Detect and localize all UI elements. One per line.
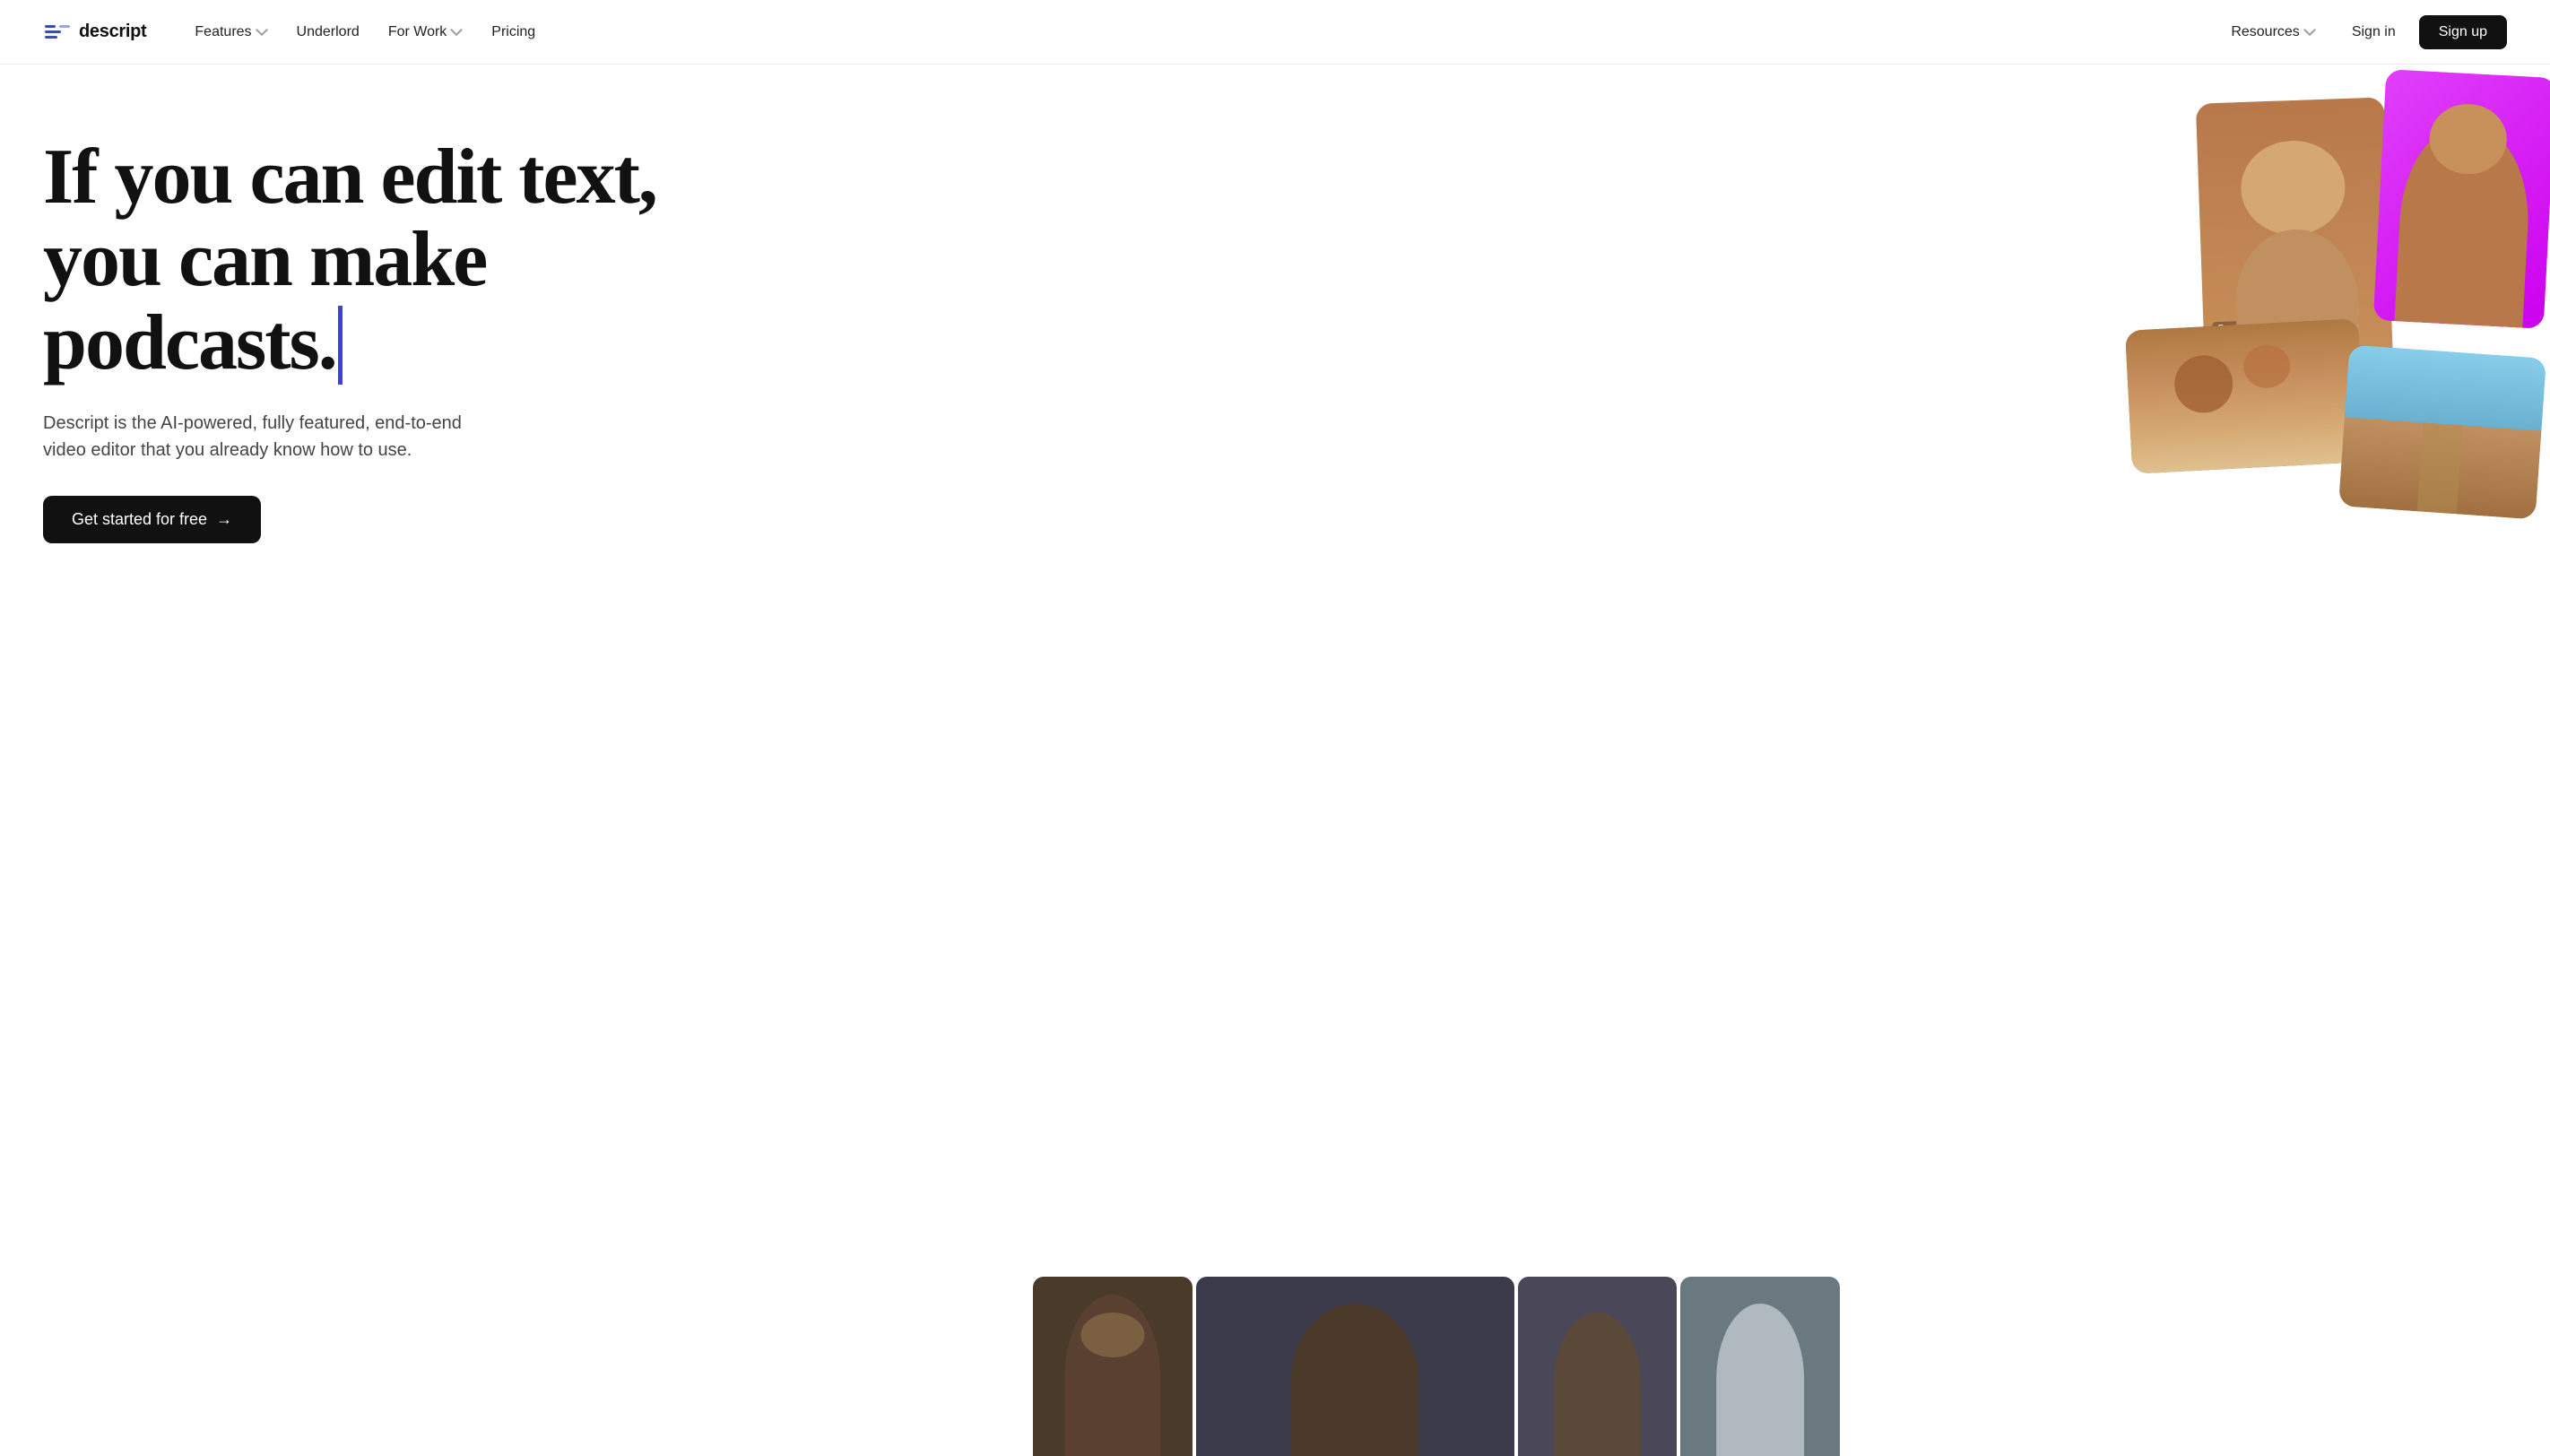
strip-card-right: [1680, 1277, 1840, 1456]
chevron-down-icon: [450, 26, 463, 39]
image-card-4: [2125, 318, 2365, 473]
hero-section: If you can edit text, you can make podca…: [0, 65, 2550, 1456]
logo-icon: [43, 18, 72, 47]
image-card-3: [2338, 345, 2546, 520]
signin-button[interactable]: Sign in: [2336, 17, 2412, 48]
nav-features[interactable]: Features: [182, 17, 280, 48]
nav-resources[interactable]: Resources: [2218, 17, 2328, 48]
hero-headline: If you can edit text, you can make podca…: [43, 136, 671, 385]
cta-button[interactable]: Get started for free →: [43, 496, 261, 543]
nav-for-work[interactable]: For Work: [376, 17, 475, 48]
nav-underlord[interactable]: Underlord: [284, 17, 372, 48]
signup-button[interactable]: Sign up: [2419, 15, 2507, 49]
text-cursor: [338, 306, 343, 385]
nav-pricing[interactable]: Pricing: [479, 17, 548, 48]
logo-link[interactable]: descript: [43, 18, 146, 47]
chevron-down-icon: [2303, 26, 2316, 39]
chevron-down-icon: [256, 26, 268, 39]
bottom-video-strip: [1033, 1277, 1840, 1456]
strip-card-person: [1033, 1277, 1193, 1456]
image-card-1: [2373, 69, 2550, 329]
image-card-2: Pretty cool. 🎵: [2196, 97, 2393, 372]
hero-subtext: Descript is the AI-powered, fully featur…: [43, 410, 491, 464]
strip-card-wide: [1196, 1277, 1514, 1456]
hero-images: Pretty cool. 🎵: [2048, 65, 2550, 764]
hero-content: If you can edit text, you can make podca…: [43, 136, 671, 543]
navbar: descript Features Underlord For Work Pri…: [0, 0, 2550, 65]
nav-links-left: Features Underlord For Work Pricing: [182, 17, 2218, 48]
strip-card-headphones: [1518, 1277, 1678, 1456]
nav-links-right: Resources Sign in Sign up: [2218, 15, 2507, 49]
logo-text: descript: [79, 22, 146, 42]
